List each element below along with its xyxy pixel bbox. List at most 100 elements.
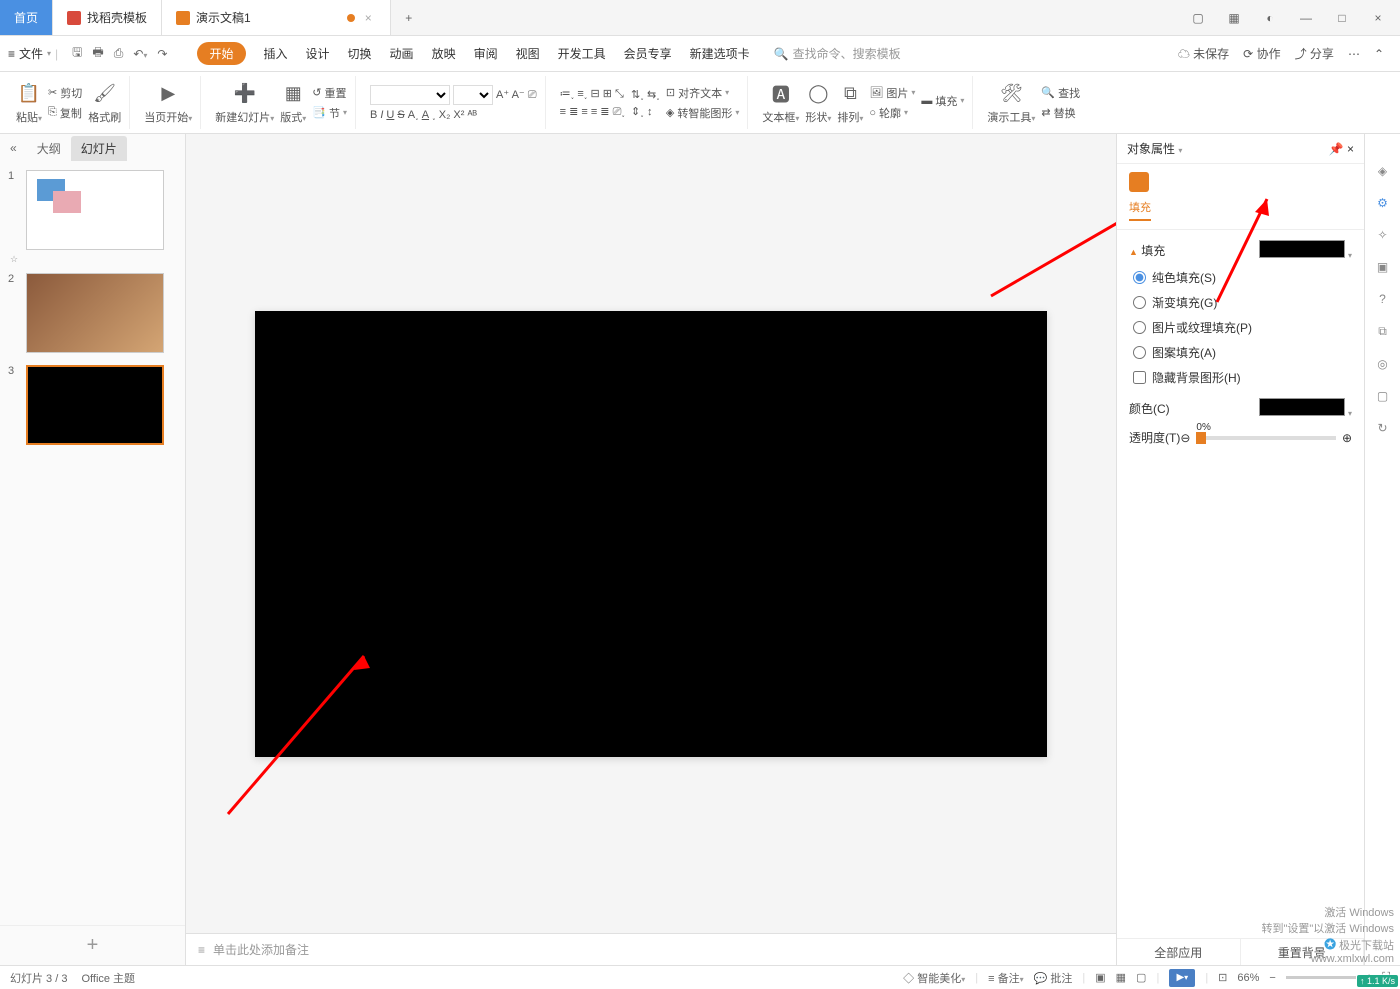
- normal-view-icon[interactable]: ▣: [1095, 971, 1105, 984]
- fill-tab-icon[interactable]: [1129, 172, 1149, 192]
- maximize-button[interactable]: □: [1330, 6, 1354, 30]
- paste-button[interactable]: 📋粘贴▾: [16, 81, 42, 125]
- decrease-icon[interactable]: ⊖: [1180, 431, 1190, 445]
- outline-button[interactable]: ○ 轮廓▾: [869, 105, 915, 121]
- slide-thumb-3[interactable]: [26, 365, 164, 445]
- save-icon[interactable]: 🖫: [72, 43, 82, 64]
- apply-all-button[interactable]: 全部应用: [1117, 939, 1241, 965]
- zoom-value[interactable]: 66%: [1237, 972, 1259, 984]
- fill-tab-label[interactable]: 填充: [1129, 199, 1151, 221]
- menu-tab-design[interactable]: 设计: [306, 45, 330, 62]
- hamburger-icon[interactable]: ≡: [8, 47, 15, 61]
- reading-view-icon[interactable]: ▢: [1136, 971, 1146, 984]
- device-icon[interactable]: ▢: [1377, 389, 1388, 403]
- reset-button[interactable]: ↺ 重置: [312, 85, 347, 101]
- sync-icon[interactable]: ↻: [1377, 421, 1387, 435]
- print-preview-icon[interactable]: ⎙: [114, 46, 124, 61]
- font-select[interactable]: [370, 85, 450, 105]
- sorter-view-icon[interactable]: ▦: [1116, 971, 1126, 984]
- font-style-row[interactable]: B I U S A˯ A˯ X₂ X² ᴬᴮ: [370, 109, 537, 121]
- fill-button[interactable]: ▬ 填充▾: [921, 93, 964, 109]
- diamond-icon[interactable]: ◈: [1378, 164, 1387, 178]
- copy-button[interactable]: ⎘ 复制: [48, 105, 82, 121]
- slideshow-button[interactable]: ▶▾: [1169, 969, 1195, 987]
- zoom-out-icon[interactable]: −: [1269, 972, 1275, 984]
- slide-thumb-1[interactable]: [26, 170, 164, 250]
- redo-icon[interactable]: ↷: [157, 47, 167, 61]
- slide-thumb-2[interactable]: [26, 273, 164, 353]
- transparency-slider[interactable]: 0%: [1196, 436, 1336, 440]
- fill-section-label[interactable]: 填充: [1141, 244, 1165, 258]
- comments-toggle[interactable]: 💬 批注: [1034, 970, 1073, 986]
- apps-icon[interactable]: ▦: [1222, 6, 1246, 30]
- replace-button[interactable]: ⇄ 替换: [1041, 105, 1080, 121]
- share-link[interactable]: ⤴ 分享: [1295, 45, 1334, 62]
- smart-shape-button[interactable]: ◈ 转智能图形▾: [666, 105, 739, 121]
- undo-icon[interactable]: ↶▾: [133, 47, 147, 61]
- menu-tab-slideshow[interactable]: 放映: [432, 45, 456, 62]
- start-current-button[interactable]: ▶当页开始▾: [144, 81, 192, 125]
- zoom-slider[interactable]: [1286, 976, 1356, 979]
- beautify-button[interactable]: ◇ 智能美化▾: [903, 970, 965, 986]
- minimize-button[interactable]: —: [1294, 6, 1318, 30]
- shapes-button[interactable]: ◯形状▾: [805, 81, 831, 125]
- search-input[interactable]: 🔍 查找命令、搜索模板: [774, 45, 901, 62]
- menu-tab-start[interactable]: 开始: [197, 42, 245, 65]
- menu-tab-transition[interactable]: 切换: [348, 45, 372, 62]
- textbox-button[interactable]: 🅰文本框▾: [762, 81, 799, 125]
- settings-icon[interactable]: ⚙: [1377, 196, 1388, 210]
- layers-icon[interactable]: ▣: [1377, 260, 1388, 274]
- close-tab-icon[interactable]: ×: [361, 11, 376, 25]
- radio-picture-fill[interactable]: 图片或纹理填充(P): [1133, 319, 1352, 336]
- close-panel-icon[interactable]: ×: [1347, 142, 1354, 156]
- radio-pattern-fill[interactable]: 图案填充(A): [1133, 344, 1352, 361]
- line-spacing-row[interactable]: ⇕˯ ↕: [631, 105, 660, 118]
- new-slide-button[interactable]: ➕新建幻灯片▾: [215, 81, 274, 125]
- format-painter-button[interactable]: 🖌格式刷: [88, 81, 121, 125]
- view-tab-slides[interactable]: 幻灯片: [71, 136, 127, 161]
- target-icon[interactable]: ◎: [1377, 357, 1387, 371]
- tab-document[interactable]: 演示文稿1 ×: [162, 0, 391, 35]
- text-dir-row[interactable]: ⇅˯ ⇆˯: [631, 88, 660, 101]
- view-tab-outline[interactable]: 大纲: [27, 136, 71, 161]
- add-tab-button[interactable]: +: [391, 0, 427, 35]
- layout-button[interactable]: ▦版式▾: [280, 81, 306, 125]
- add-slide-button[interactable]: +: [0, 925, 185, 965]
- sparkle-icon[interactable]: ✧: [1377, 228, 1387, 242]
- pin-icon[interactable]: 📌: [1329, 142, 1344, 156]
- tab-templates[interactable]: 找稻壳模板: [53, 0, 162, 35]
- menu-tab-custom[interactable]: 新建选项卡: [690, 45, 750, 62]
- menu-tab-insert[interactable]: 插入: [264, 45, 288, 62]
- menu-tab-devtools[interactable]: 开发工具: [558, 45, 606, 62]
- print-icon[interactable]: 🖶: [92, 43, 103, 64]
- cut-button[interactable]: ✂ 剪切: [48, 85, 82, 101]
- notes-toggle[interactable]: ≡ 备注▾: [988, 970, 1024, 986]
- tab-home[interactable]: 首页: [0, 0, 53, 35]
- chart-icon[interactable]: ⧉: [1378, 324, 1387, 339]
- list-row[interactable]: ≔˯ ≡˯ ⊟ ⊞ ⤡: [560, 87, 625, 101]
- file-menu[interactable]: 文件▾: [19, 45, 51, 62]
- radio-gradient-fill[interactable]: 渐变填充(G): [1133, 294, 1352, 311]
- picture-button[interactable]: 🖼 图片▾: [869, 85, 915, 101]
- window-layout-icon[interactable]: ▢: [1186, 6, 1210, 30]
- increase-icon[interactable]: ⊕: [1342, 431, 1352, 445]
- menu-tab-review[interactable]: 审阅: [474, 45, 498, 62]
- tools-button[interactable]: 🛠演示工具▾: [987, 81, 1035, 125]
- fill-preview-swatch[interactable]: [1259, 240, 1345, 258]
- checkbox-hide-bg[interactable]: 隐藏背景图形(H): [1133, 369, 1352, 386]
- collab-link[interactable]: ⟳ 协作: [1243, 45, 1280, 62]
- more-icon[interactable]: ⋯: [1348, 47, 1360, 61]
- menu-tab-member[interactable]: 会员专享: [624, 45, 672, 62]
- unsaved-link[interactable]: ☁ 未保存: [1178, 45, 1229, 62]
- slide-canvas[interactable]: [255, 311, 1047, 757]
- menu-tab-view[interactable]: 视图: [516, 45, 540, 62]
- section-button[interactable]: 📑 节▾: [312, 105, 347, 121]
- zoom-fit-icon[interactable]: ⊡: [1218, 971, 1227, 984]
- align-text-button[interactable]: ⊡ 对齐文本▾: [666, 85, 739, 101]
- size-select[interactable]: [453, 85, 493, 105]
- arrange-button[interactable]: ⧉排列▾: [837, 81, 863, 125]
- collapse-panel-icon[interactable]: «: [0, 141, 27, 155]
- color-picker[interactable]: [1259, 398, 1345, 416]
- align-row[interactable]: ≡ ≣ ≡ ≡ ≣ ⎚˯: [560, 105, 625, 119]
- avatar-icon[interactable]: ◐: [1258, 6, 1282, 30]
